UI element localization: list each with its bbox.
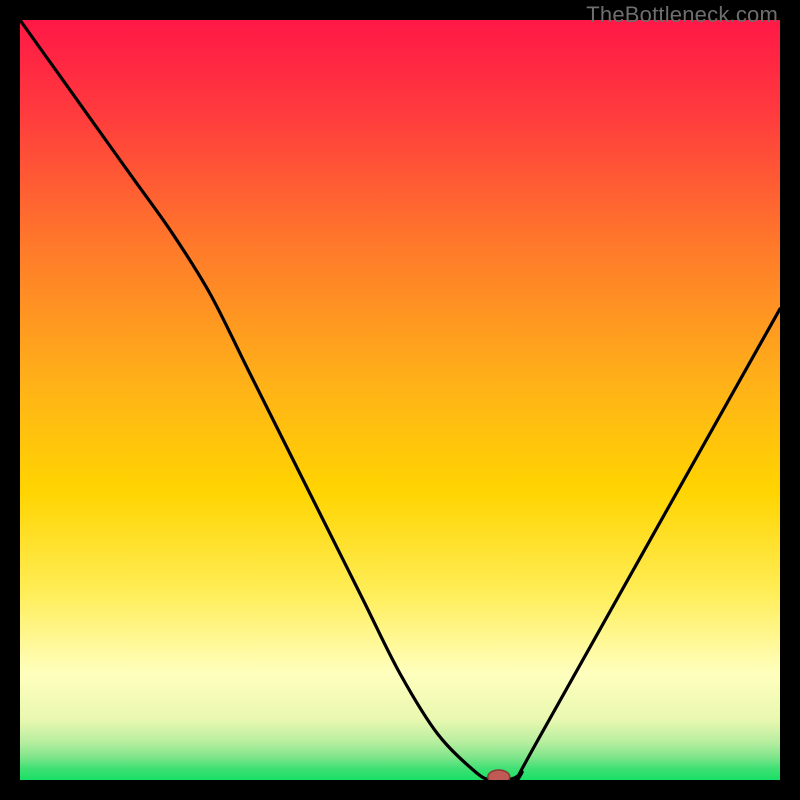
chart-frame: TheBottleneck.com	[0, 0, 800, 800]
chart-svg	[20, 20, 780, 780]
plot-area	[20, 20, 780, 780]
watermark-text: TheBottleneck.com	[586, 2, 778, 28]
optimal-marker	[488, 770, 510, 780]
gradient-background	[20, 20, 780, 780]
